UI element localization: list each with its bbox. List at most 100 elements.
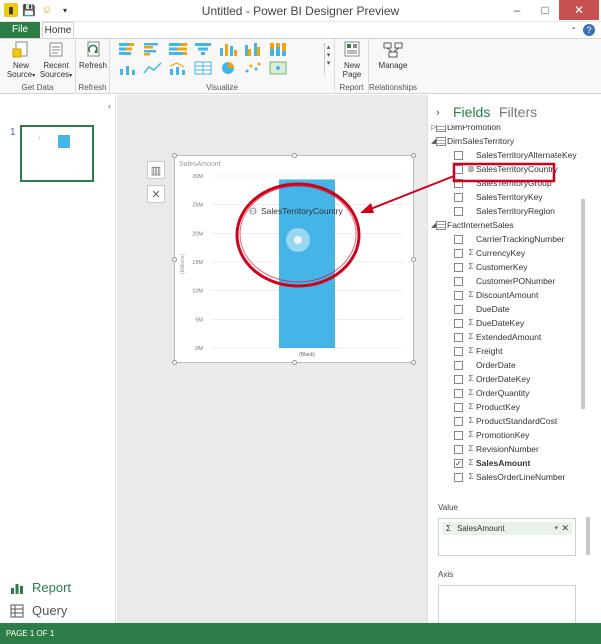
field-row[interactable]: Σ DiscountAmount (428, 289, 588, 303)
line-chart-icon-2[interactable] (143, 61, 163, 75)
pane-collapse-chevron-icon[interactable]: › (436, 107, 440, 119)
checked-checkbox-icon[interactable]: ✓ (454, 459, 463, 468)
field-row[interactable]: Σ RevisionNumber (428, 443, 588, 457)
change-visual-type-icon[interactable]: ▥ (147, 161, 165, 179)
field-row[interactable]: CarrierTrackingNumber (428, 233, 588, 247)
field-row[interactable]: Σ CurrencyKey (428, 247, 588, 261)
fields-list-scrollbar[interactable] (581, 199, 585, 409)
table-row[interactable]: ◢ FactInternetSales (428, 219, 588, 233)
nav-report[interactable]: Report (10, 580, 71, 595)
checkbox[interactable] (454, 347, 463, 356)
100-stacked-column-icon[interactable] (268, 42, 288, 56)
clustered-bar-chart-icon[interactable] (143, 42, 163, 56)
tab-home[interactable]: Home (42, 22, 74, 38)
minimize-button[interactable]: – (503, 0, 531, 20)
checkbox[interactable] (454, 389, 463, 398)
tab-filters[interactable]: Filters (499, 104, 537, 120)
field-row[interactable]: DueDate (428, 303, 588, 317)
field-dropdown-icon[interactable]: ▾ (554, 522, 558, 535)
checkbox[interactable] (454, 319, 463, 328)
column-chart-visual[interactable]: SalesAmount (Millions) 0M 5M 10M 15M 20M 25M 30M… (172, 153, 416, 365)
scatter-chart-icon[interactable] (243, 61, 263, 75)
field-label: CustomerPONumber (476, 276, 556, 286)
new-source-button[interactable]: New Source▾ (5, 41, 37, 81)
close-button[interactable]: ✕ (559, 0, 599, 20)
nav-query[interactable]: Query (10, 603, 67, 618)
pie-chart-icon[interactable] (218, 61, 238, 75)
checkbox[interactable] (454, 431, 463, 440)
checkbox[interactable] (454, 277, 463, 286)
field-row[interactable]: Σ SalesOrderLineNumber (428, 471, 588, 485)
field-row[interactable]: Σ OrderQuantity (428, 387, 588, 401)
value-well[interactable]: Σ SalesAmount ▾ ✕ (438, 518, 576, 556)
manage-relationships-button[interactable]: Manage (375, 41, 411, 70)
field-row[interactable]: SalesTerritoryAlternateKey (428, 149, 588, 163)
maximize-button[interactable]: □ (531, 0, 559, 20)
page-thumbnail[interactable]: ‹ (20, 125, 94, 182)
value-field-pill[interactable]: Σ SalesAmount ▾ ✕ (442, 522, 572, 535)
remove-field-icon[interactable]: ✕ (561, 522, 569, 535)
checkbox[interactable] (454, 207, 463, 216)
field-row[interactable]: Σ OrderDateKey (428, 373, 588, 387)
checkbox[interactable] (454, 403, 463, 412)
field-row[interactable]: ◍ SalesTerritoryCountry (428, 163, 588, 177)
refresh-button[interactable]: Refresh (78, 41, 108, 70)
y-tick-label: 20M (192, 231, 203, 237)
field-row[interactable]: Σ CustomerKey (428, 261, 588, 275)
stacked-bar-chart-icon[interactable] (118, 42, 138, 56)
checkbox[interactable] (454, 445, 463, 454)
checkbox[interactable] (454, 361, 463, 370)
checkbox[interactable] (454, 165, 463, 174)
ribbon-collapse-icon[interactable]: ⌃ (570, 26, 577, 35)
field-label: SalesTerritoryCountry (476, 164, 558, 174)
table-icon[interactable] (193, 61, 213, 75)
map-icon[interactable] (268, 61, 288, 75)
100-stacked-bar-icon[interactable] (168, 42, 188, 56)
axis-well[interactable] (438, 585, 576, 625)
field-row[interactable]: CustomerPONumber (428, 275, 588, 289)
checkbox[interactable] (454, 179, 463, 188)
field-row[interactable]: SalesTerritoryRegion (428, 205, 588, 219)
field-row[interactable]: SalesTerritoryKey (428, 191, 588, 205)
new-page-button[interactable]: New Page (337, 41, 367, 79)
field-row[interactable]: Σ ProductStandardCost (428, 415, 588, 429)
checkbox[interactable] (454, 473, 463, 482)
tab-file[interactable]: File (0, 22, 40, 38)
remove-visual-icon[interactable]: ✕ (147, 185, 165, 203)
checkbox[interactable] (454, 151, 463, 160)
checkbox[interactable] (454, 333, 463, 342)
help-icon[interactable]: ? (583, 24, 595, 36)
clustered-column-icon[interactable] (243, 42, 263, 56)
field-row[interactable]: Σ ProductKey (428, 401, 588, 415)
new-page-icon (344, 41, 360, 57)
field-row[interactable]: Σ ExtendedAmount (428, 331, 588, 345)
checkbox[interactable] (454, 305, 463, 314)
recent-sources-button[interactable]: Recent Sources▾ (38, 41, 74, 81)
column-chart-icon[interactable] (218, 42, 238, 56)
line-chart-icon[interactable] (118, 61, 138, 75)
field-row[interactable]: SalesTerritoryGroup (428, 177, 588, 191)
value-well-scrollbar[interactable] (586, 517, 590, 555)
checkbox[interactable] (454, 249, 463, 258)
checkbox[interactable] (454, 235, 463, 244)
field-row[interactable]: Σ Freight (428, 345, 588, 359)
checkbox[interactable] (454, 291, 463, 300)
checkbox[interactable] (454, 417, 463, 426)
bar[interactable] (279, 179, 335, 348)
collapse-pane-icon[interactable]: ‹ (108, 101, 111, 111)
line-column-combo-icon[interactable] (168, 61, 188, 75)
table-row[interactable]: ▷ DimPromotion (428, 125, 588, 135)
tab-fields[interactable]: Fields (453, 104, 490, 120)
field-row[interactable]: ✓ Σ SalesAmount (428, 457, 588, 471)
field-row[interactable]: Σ PromotionKey (428, 429, 588, 443)
value-well-section: Value Σ SalesAmount ▾ ✕ (438, 503, 598, 556)
table-row[interactable]: ◢ DimSalesTerritory (428, 135, 588, 149)
field-label: PromotionKey (476, 430, 530, 440)
checkbox[interactable] (454, 375, 463, 384)
visualization-gallery-scroll[interactable]: ▴ ▾ ▾ (324, 43, 332, 75)
field-row[interactable]: OrderDate (428, 359, 588, 373)
field-row[interactable]: Σ DueDateKey (428, 317, 588, 331)
funnel-chart-icon[interactable] (193, 42, 213, 56)
checkbox[interactable] (454, 263, 463, 272)
checkbox[interactable] (454, 193, 463, 202)
